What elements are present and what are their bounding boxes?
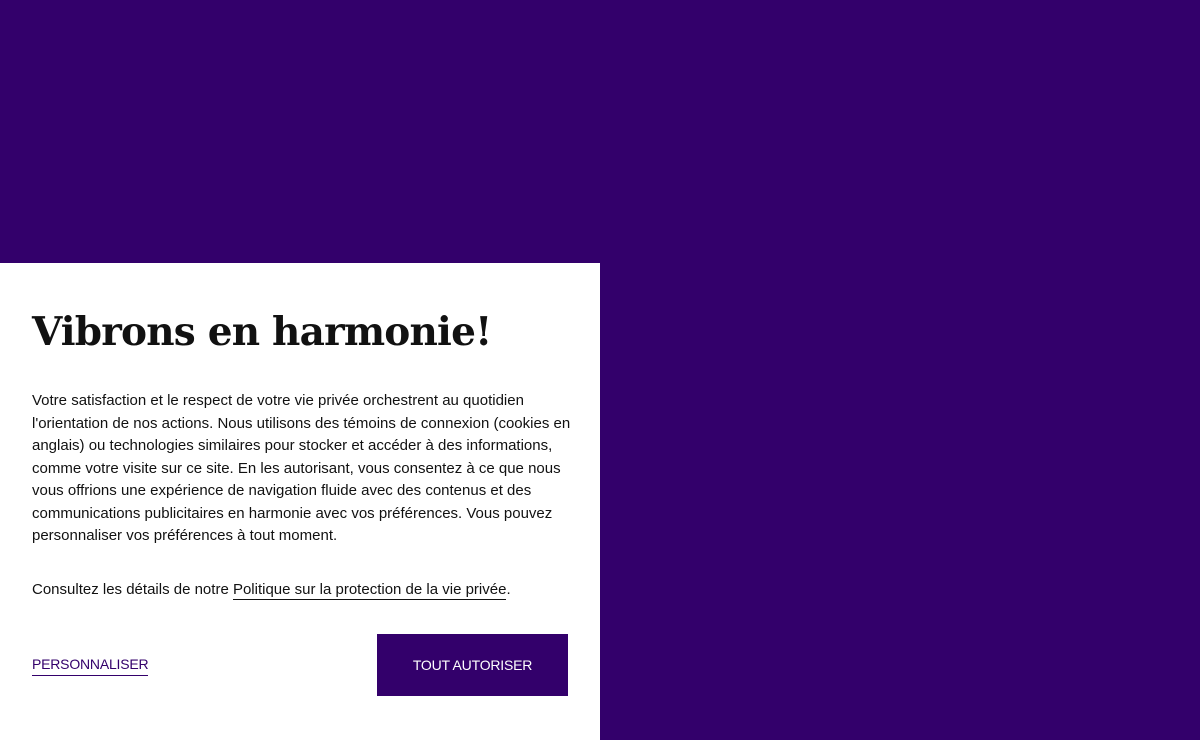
consent-body-text: Votre satisfaction et le respect de votr… [32,392,571,544]
privacy-policy-link[interactable]: Politique sur la protection de la vie pr… [232,581,507,600]
consent-title: Vibrons en harmonie! [32,309,492,355]
privacy-policy-line: Consultez les détails de notre Politique… [32,579,572,602]
personalize-link[interactable]: PERSONNALISER [32,655,149,676]
privacy-policy-suffix: . [506,581,511,598]
accept-all-button[interactable]: TOUT AUTORISER [377,634,568,696]
privacy-policy-prefix: Consultez les détails de notre [32,581,233,598]
